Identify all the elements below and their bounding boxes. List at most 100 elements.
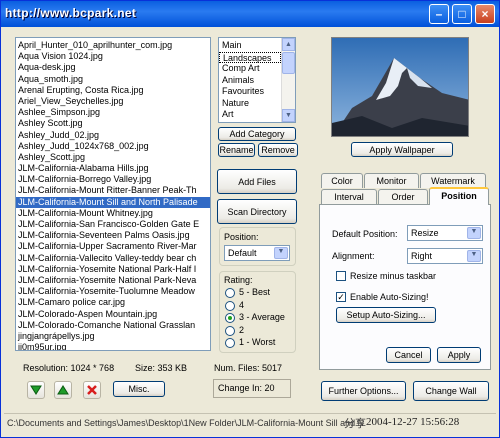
position-select[interactable]: Default ▼ <box>224 245 290 261</box>
file-list-item[interactable]: Ashley_Judd_02.jpg <box>16 130 210 141</box>
tab-watermark[interactable]: Watermark <box>420 173 486 188</box>
delete-button[interactable] <box>83 381 101 399</box>
file-list-item[interactable]: JLM-California-Mount Whitney.jpg <box>16 208 210 219</box>
tab-position[interactable]: Position <box>429 187 489 205</box>
rating-group: Rating: 5 - Best 4 3 - Average 2 1 - Worst <box>219 271 296 353</box>
move-up-button[interactable] <box>54 381 72 399</box>
close-button[interactable]: × <box>475 4 495 24</box>
file-items: April_Hunter_010_aprilhunter_com.jpg Aqua… <box>16 40 210 350</box>
change-wall-button[interactable]: Change Wall <box>413 381 489 401</box>
file-list-item[interactable]: jingjangrápellys.jpg <box>16 331 210 342</box>
add-category-button[interactable]: Add Category <box>218 127 296 141</box>
rating-option-label[interactable]: 1 - Worst <box>239 337 275 347</box>
file-list-item[interactable]: JLM-California-Mount Ritter-Banner Peak-… <box>16 185 210 196</box>
file-list-item[interactable]: JLM-California-Alabama Hills.jpg <box>16 163 210 174</box>
file-list-item[interactable]: JLM-Colorado-Comanche National Grasslan <box>16 320 210 331</box>
maximize-button[interactable]: □ <box>452 4 472 24</box>
title-bar[interactable]: http://www.bcpark.net – □ × <box>1 1 499 27</box>
category-list[interactable]: Main Landscapes Comp Art Animals Favourites N… <box>218 37 296 123</box>
alignment-label: Alignment: <box>332 251 375 261</box>
category-item[interactable]: Animals <box>219 75 281 87</box>
rating-option-label[interactable]: 2 <box>239 325 244 335</box>
category-item[interactable]: Art <box>219 109 281 121</box>
file-list-item[interactable]: JLM-California-Upper Sacramento River-Ma… <box>16 241 210 252</box>
enable-auto-sizing-checkbox[interactable]: ✓ <box>336 292 346 302</box>
apply-button[interactable]: Apply <box>437 347 481 363</box>
rating-radio[interactable] <box>225 313 235 323</box>
close-icon: × <box>481 7 489 21</box>
status-path: C:\Documents and Settings\James\Desktop\… <box>7 418 363 428</box>
file-list-item[interactable]: Ashley_Judd_1024x768_002.jpg <box>16 141 210 152</box>
file-list-item[interactable]: Aqua-desk.jpg <box>16 62 210 73</box>
scroll-up-icon[interactable]: ▲ <box>282 38 295 51</box>
category-item[interactable]: Main <box>219 40 281 52</box>
rename-category-button[interactable]: Rename <box>218 143 255 157</box>
tab-color[interactable]: Color <box>321 173 363 188</box>
default-position-label: Default Position: <box>332 229 398 239</box>
apply-wallpaper-button[interactable]: Apply Wallpaper <box>351 142 453 157</box>
position-group: Position: Default ▼ <box>219 227 296 266</box>
category-item[interactable]: Favourites <box>219 86 281 98</box>
rating-radio[interactable] <box>225 300 235 311</box>
file-list-item[interactable]: JLM-California-Yosemite National Park-Ha… <box>16 264 210 275</box>
misc-button[interactable]: Misc. <box>113 381 165 397</box>
move-down-button[interactable] <box>27 381 45 399</box>
add-files-button[interactable]: Add Files <box>217 169 297 194</box>
file-list-item[interactable]: Aqua_smoth.jpg <box>16 74 210 85</box>
remove-category-button[interactable]: Remove <box>258 143 298 157</box>
file-list-item[interactable]: Ariel_View_Seychelles.jpg <box>16 96 210 107</box>
category-scrollbar[interactable]: ▲ ▼ <box>281 38 295 122</box>
file-list-item[interactable]: JLM-Colorado-Aspen Mountain.jpg <box>16 309 210 320</box>
num-files-text: Num. Files: 5017 <box>214 363 283 373</box>
file-list-item[interactable]: jj0m95ur.jpg <box>16 342 210 350</box>
chevron-down-icon[interactable]: ▼ <box>467 227 481 239</box>
file-list-item[interactable]: Ashley_Scott.jpg <box>16 152 210 163</box>
tab-order[interactable]: Order <box>378 189 428 204</box>
resize-minus-taskbar-checkbox[interactable] <box>336 271 346 281</box>
file-list-item[interactable]: JLM-Camaro police car.jpg <box>16 297 210 308</box>
alignment-value: Right <box>411 251 433 261</box>
status-watermark: 分享 <box>344 418 366 430</box>
cancel-button[interactable]: Cancel <box>386 347 431 363</box>
rating-radio[interactable] <box>225 338 235 348</box>
file-list[interactable]: April_Hunter_010_aprilhunter_com.jpg Aqua… <box>15 37 211 351</box>
file-list-item[interactable]: Ashley Scott.jpg <box>16 118 210 129</box>
rating-radio[interactable] <box>225 288 235 298</box>
resize-minus-taskbar-label[interactable]: Resize minus taskbar <box>350 271 436 281</box>
change-in-box: Change In: 20 <box>213 379 291 398</box>
file-list-item[interactable]: Aqua Vision 1024.jpg <box>16 51 210 62</box>
chevron-down-icon[interactable]: ▼ <box>467 250 481 262</box>
scroll-down-icon[interactable]: ▼ <box>282 109 295 122</box>
file-list-item[interactable]: JLM-California-Vallecito Valley-teddy be… <box>16 253 210 264</box>
category-item[interactable]: Landscapes <box>219 51 281 63</box>
tab-monitor[interactable]: Monitor <box>364 173 419 188</box>
file-list-item[interactable]: JLM-California-Yosemite National Park-Ne… <box>16 275 210 286</box>
rating-label: Rating: <box>224 275 253 285</box>
rating-option-label[interactable]: 5 - Best <box>239 287 270 297</box>
alignment-select[interactable]: Right ▼ <box>407 248 483 264</box>
file-list-item[interactable]: Ashlee_Simpson.jpg <box>16 107 210 118</box>
file-list-item[interactable]: JLM-California-Seventeen Palms Oasis.jpg <box>16 230 210 241</box>
tab-interval[interactable]: Interval <box>321 189 377 204</box>
category-item[interactable]: Nature <box>219 98 281 110</box>
default-position-select[interactable]: Resize ▼ <box>407 225 483 241</box>
chevron-down-icon[interactable]: ▼ <box>274 247 288 259</box>
file-list-item[interactable]: April_Hunter_010_aprilhunter_com.jpg <box>16 40 210 51</box>
rating-radio[interactable] <box>225 325 235 336</box>
file-list-item[interactable]: JLM-California-Mount Sill and North Pali… <box>16 196 210 208</box>
enable-auto-sizing-label[interactable]: Enable Auto-Sizing! <box>350 292 429 302</box>
scroll-thumb[interactable] <box>282 52 295 74</box>
minimize-button[interactable]: – <box>429 4 449 24</box>
mountain-preview-image <box>332 38 468 136</box>
file-list-item[interactable]: JLM-California-San Francisco-Golden Gate… <box>16 219 210 230</box>
rating-option-label[interactable]: 4 <box>239 300 244 310</box>
file-list-item[interactable]: JLM-California-Borrego Valley.jpg <box>16 174 210 185</box>
red-x-icon <box>87 385 97 395</box>
category-item[interactable]: Comp Art <box>219 63 281 75</box>
scan-directory-button[interactable]: Scan Directory <box>217 199 297 224</box>
file-list-item[interactable]: JLM-California-Yosemite-Tuolumne Meadow <box>16 286 210 297</box>
rating-option-label[interactable]: 3 - Average <box>239 312 285 322</box>
file-list-item[interactable]: Arenal Erupting, Costa Rica.jpg <box>16 85 210 96</box>
setup-auto-sizing-button[interactable]: Setup Auto-Sizing... <box>336 307 436 323</box>
further-options-button[interactable]: Further Options... <box>321 381 406 401</box>
